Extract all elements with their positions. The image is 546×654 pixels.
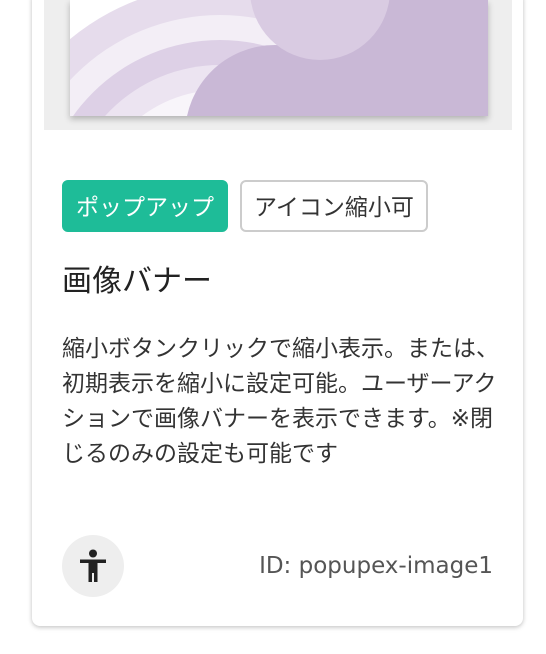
item-card: ポップアップ アイコン縮小可 画像バナー 縮小ボタンクリックで縮小表示。または、… [32, 0, 523, 626]
accessibility-icon [80, 549, 106, 582]
banner-preview-image [70, 0, 488, 116]
tag-popup[interactable]: ポップアップ [62, 180, 228, 232]
card-title: 画像バナー [62, 264, 212, 299]
item-id: ID: popupex-image1 [259, 553, 493, 579]
tag-list: ポップアップ アイコン縮小可 [62, 180, 428, 232]
accessibility-button[interactable] [62, 535, 124, 597]
tag-icon-shrinkable[interactable]: アイコン縮小可 [240, 180, 428, 232]
banner-preview[interactable] [44, 0, 512, 130]
card-description: 縮小ボタンクリックで縮小表示。または、初期表示を縮小に設定可能。ユーザーアクショ… [62, 336, 499, 467]
